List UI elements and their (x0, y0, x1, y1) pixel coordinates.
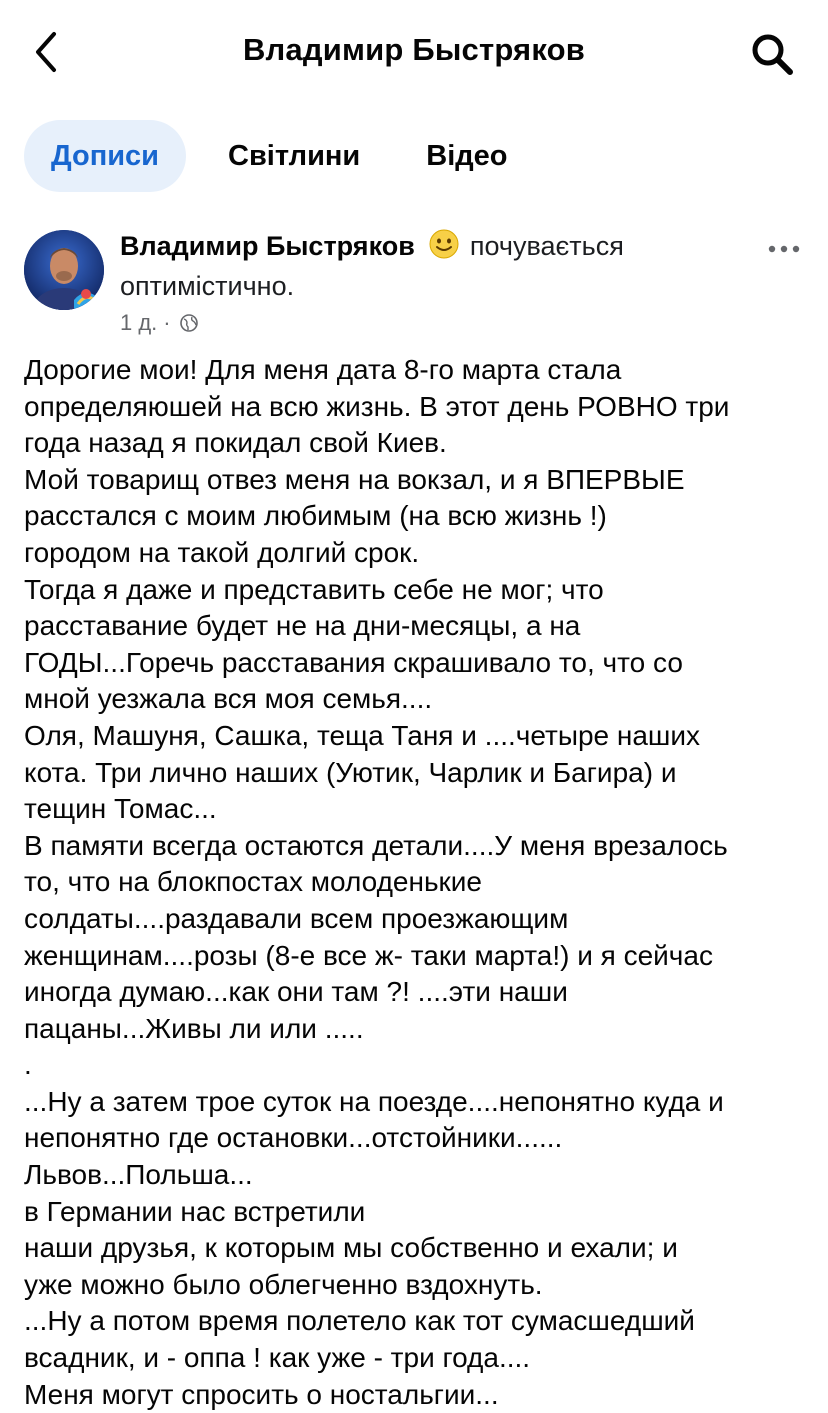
profile-tabs: Дописи Світлини Відео (24, 120, 508, 192)
tab-posts[interactable]: Дописи (24, 120, 186, 192)
avatar-image (24, 230, 104, 310)
tab-videos[interactable]: Відео (426, 120, 507, 192)
post-text-line: расстался с моим любимым (на всю жизнь !… (24, 500, 607, 532)
post-text-line: Тогда я даже и представить себе не мог; … (24, 573, 604, 605)
smiling-face-icon (429, 229, 459, 259)
post-text-line: ...Ну а затем трое суток на поезде....не… (24, 1085, 724, 1117)
post-text-line: наши друзья, к которым мы собственно и е… (24, 1232, 678, 1264)
post-text-line: ...Ну а потом время полетело как тот сум… (24, 1305, 695, 1337)
post-text-line: В памяти всегда остаются детали....У мен… (24, 829, 728, 861)
post-more-button[interactable] (764, 234, 804, 264)
post-text-line: тещин Томас... (24, 793, 217, 825)
post-author-name[interactable]: Владимир Быстряков (120, 231, 415, 261)
post-text-line: в Германии нас встретили (24, 1195, 366, 1227)
post-text-line: кота. Три лично наших (Уютик, Чарлик и Б… (24, 756, 677, 788)
post-text-line: женщинам....розы (8-е все ж- таки марта!… (24, 939, 713, 971)
post-meta: 1 д. · (120, 310, 199, 336)
post-text-line: всадник, и - оппа ! как уже - три года..… (24, 1342, 531, 1374)
post-author-line: Владимир Быстряков почувається оптимісти… (120, 226, 740, 306)
search-button[interactable] (748, 30, 796, 78)
page-title: Владимир Быстряков (242, 32, 586, 67)
post-text-line: уже можно было облегченно вздохнуть. (24, 1268, 543, 1300)
post-text-line: городом на такой долгий срок. (24, 536, 420, 568)
globe-icon (179, 314, 198, 332)
post-text-line: . (24, 1049, 32, 1081)
post-text-line: Меня могут спросить о ностальгии... (24, 1378, 499, 1410)
post-text-line: солдаты....раздавали всем проезжающим (24, 902, 569, 934)
post-text-line: то, что на блокпостах молоденькие (24, 866, 482, 898)
search-icon (752, 34, 793, 75)
top-bar: Владимир Быстряков (0, 0, 828, 104)
post-timestamp[interactable]: 1 д. (120, 310, 157, 336)
post-text-line: года назад я покидал свой Киев. (24, 427, 447, 459)
post-text-line: определяюшей на всю жизнь. В этот день Р… (24, 390, 730, 422)
post-text-line: Львов...Польша... (24, 1159, 253, 1191)
meta-separator: · (163, 310, 171, 335)
avatar[interactable] (24, 230, 104, 310)
post-text-line: Дорогие мои! Для меня дата 8-го марта ст… (24, 354, 622, 385)
more-horizontal-icon (768, 245, 800, 253)
post-text-line: Оля, Машуня, Сашка, теща Таня и ....четы… (24, 719, 701, 751)
post-text-line: пацаны...Живы ли или ..... (24, 1012, 364, 1044)
post-text-line: ГОДЫ...Горечь расставания скрашивало то,… (24, 646, 683, 678)
post-text-line: расставание будет не на дни-месяцы, а на (24, 610, 581, 642)
post-text-line: иногда думаю...как они там ?! ....эти на… (24, 976, 568, 1008)
tab-photos[interactable]: Світлини (228, 120, 360, 192)
post-text-line: непонятно где остановки...отстойники....… (24, 1122, 563, 1154)
post-text-line: Мой товарищ отвез меня на вокзал, и я ВП… (24, 463, 685, 495)
post-body-text: Дорогие мои! Для меня дата 8-го марта ст… (24, 352, 814, 1413)
post-text-line: мной уезжала вся моя семья.... (24, 683, 433, 715)
